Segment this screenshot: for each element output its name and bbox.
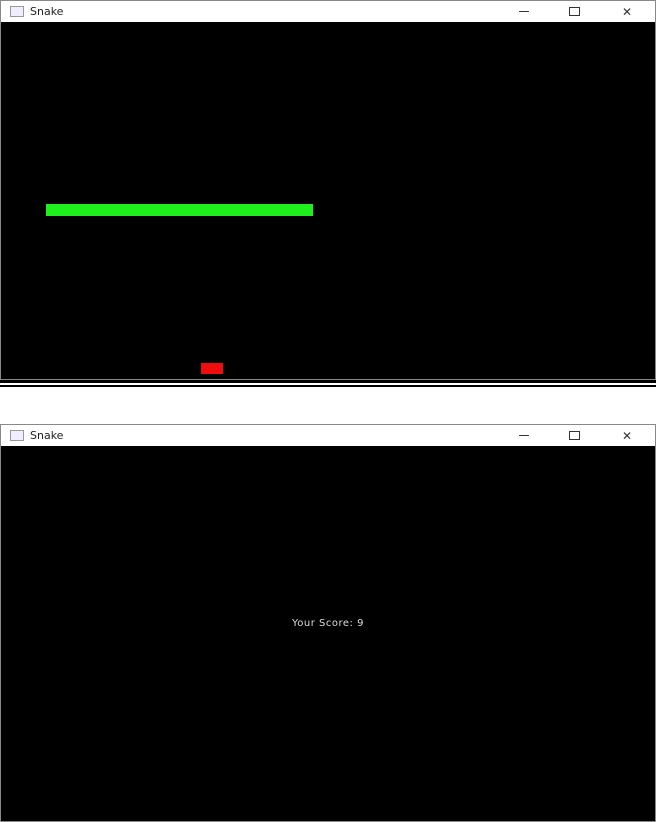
close-icon: ✕ bbox=[621, 4, 633, 19]
title-bar[interactable]: Snake ✕ bbox=[1, 1, 655, 22]
game-board: Your Score: 9 bbox=[1, 446, 655, 821]
maximize-icon bbox=[568, 7, 580, 16]
game-window: Snake ✕ bbox=[0, 0, 656, 380]
divider bbox=[0, 380, 656, 383]
maximize-icon bbox=[568, 431, 580, 440]
maximize-button[interactable] bbox=[559, 425, 589, 446]
minimize-icon bbox=[519, 11, 529, 12]
snake bbox=[46, 204, 313, 216]
close-icon: ✕ bbox=[621, 428, 633, 443]
minimize-icon bbox=[519, 435, 529, 436]
title-bar[interactable]: Snake ✕ bbox=[1, 425, 655, 446]
game-over-window: Snake ✕ Your Score: 9 bbox=[0, 424, 656, 822]
minimize-button[interactable] bbox=[509, 1, 539, 22]
divider bbox=[0, 385, 656, 387]
window-title: Snake bbox=[30, 5, 64, 18]
java-app-icon bbox=[10, 430, 24, 441]
window-title: Snake bbox=[30, 429, 64, 442]
game-board bbox=[1, 22, 655, 379]
close-button[interactable]: ✕ bbox=[612, 425, 642, 446]
food bbox=[201, 363, 223, 374]
java-app-icon bbox=[10, 6, 24, 17]
score-text: Your Score: 9 bbox=[292, 618, 364, 629]
maximize-button[interactable] bbox=[559, 1, 589, 22]
close-button[interactable]: ✕ bbox=[612, 1, 642, 22]
minimize-button[interactable] bbox=[509, 425, 539, 446]
